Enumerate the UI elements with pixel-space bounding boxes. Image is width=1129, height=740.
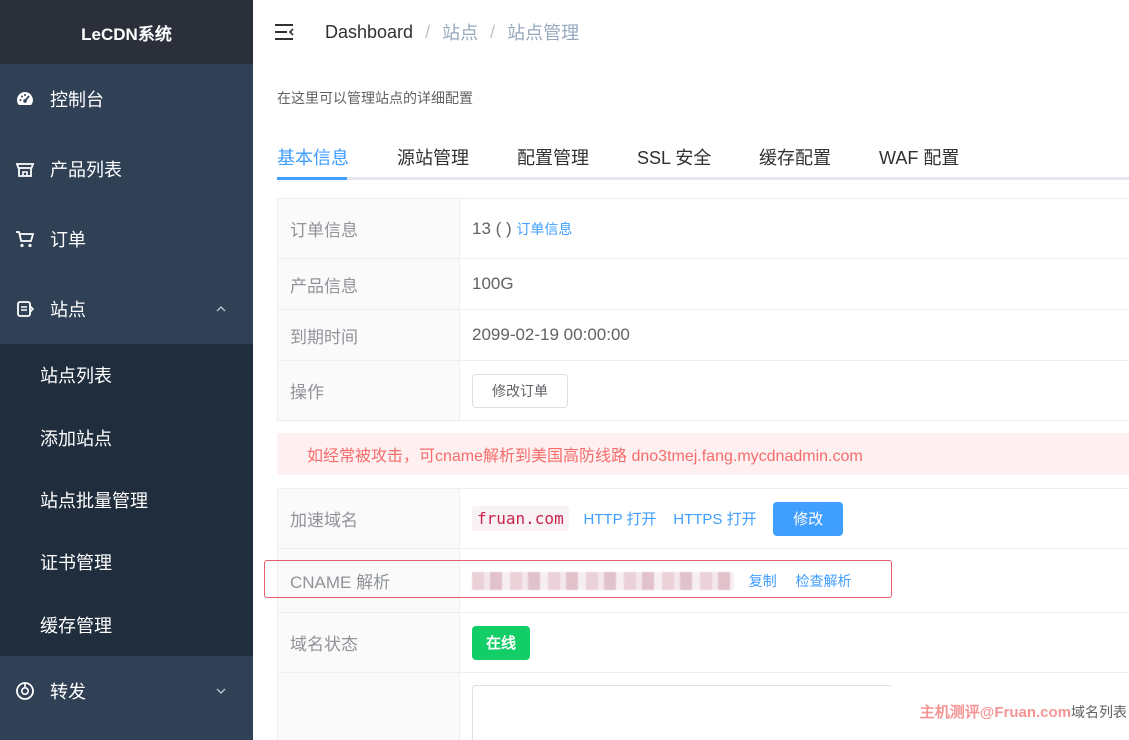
product-value: 100G bbox=[459, 258, 1129, 310]
active-tab-indicator bbox=[277, 177, 347, 180]
empty-label bbox=[277, 672, 460, 740]
tab-waf[interactable]: WAF 配置 bbox=[879, 144, 959, 170]
copy-cname-link[interactable]: 复制 bbox=[749, 573, 777, 589]
sidebar-item-label: 产品列表 bbox=[50, 160, 122, 180]
sidebar-subitem-add-site[interactable]: 添加站点 bbox=[0, 406, 253, 468]
app-title: LeCDN系统 bbox=[0, 0, 253, 64]
store-icon bbox=[14, 158, 36, 180]
order-value-cell: 13 ( ) 订单信息 bbox=[459, 198, 1129, 259]
sidebar-item-dashboard[interactable]: 控制台 bbox=[0, 64, 253, 134]
status-badge: 在线 bbox=[472, 625, 530, 660]
order-label: 订单信息 bbox=[277, 198, 460, 259]
domain-list-box bbox=[472, 685, 892, 740]
menu-toggle-icon[interactable] bbox=[273, 21, 295, 43]
cname-value-redacted bbox=[472, 572, 734, 591]
table-row: 域名状态 在线 bbox=[277, 612, 1129, 673]
table-row: 到期时间 2099-02-19 00:00:00 bbox=[277, 309, 1129, 361]
tab-config[interactable]: 配置管理 bbox=[517, 144, 589, 170]
breadcrumb: Dashboard / 站点 / 站点管理 bbox=[325, 19, 579, 45]
breadcrumb-separator: / bbox=[490, 21, 496, 42]
https-open-link[interactable]: HTTPS 打开 bbox=[673, 511, 756, 528]
domain-value: fruan.com bbox=[472, 506, 569, 531]
cart-icon bbox=[14, 228, 36, 250]
sidebar-item-label: 控制台 bbox=[50, 90, 104, 110]
action-label: 操作 bbox=[277, 360, 460, 421]
table-row: 订单信息 13 ( ) 订单信息 bbox=[277, 198, 1129, 259]
site-submenu: 站点列表 添加站点 站点批量管理 证书管理 缓存管理 bbox=[0, 344, 253, 656]
breadcrumb-dashboard[interactable]: Dashboard bbox=[325, 22, 413, 43]
product-label: 产品信息 bbox=[277, 258, 460, 310]
domain-cell: fruan.com HTTP 打开 HTTPS 打开 修改 bbox=[459, 488, 1129, 549]
breadcrumb-separator: / bbox=[425, 21, 431, 42]
watermark: 主机测评@Fruan.com域名列表 bbox=[920, 701, 1127, 722]
table-row: 加速域名 fruan.com HTTP 打开 HTTPS 打开 修改 bbox=[277, 488, 1129, 549]
page-description: 在这里可以管理站点的详细配置 bbox=[277, 90, 473, 106]
dashboard-icon bbox=[14, 88, 36, 110]
edit-domain-button[interactable]: 修改 bbox=[773, 501, 844, 536]
cname-label: CNAME 解析 bbox=[277, 548, 460, 613]
sidebar-item-orders[interactable]: 订单 bbox=[0, 204, 253, 274]
sidebar-subitem-batch-manage[interactable]: 站点批量管理 bbox=[0, 469, 253, 531]
table-row: CNAME 解析 复制 检查解析 bbox=[277, 548, 1129, 613]
table-row: 操作 修改订单 bbox=[277, 360, 1129, 421]
domain-label: 加速域名 bbox=[277, 488, 460, 549]
sidebar-item-label: 站点 bbox=[50, 300, 86, 320]
http-open-link[interactable]: HTTP 打开 bbox=[583, 511, 656, 528]
tabs-bar: 基本信息 源站管理 配置管理 SSL 安全 缓存配置 WAF 配置 bbox=[277, 136, 1129, 180]
top-navbar: Dashboard / 站点 / 站点管理 bbox=[253, 0, 1129, 64]
order-info-link[interactable]: 订单信息 bbox=[516, 221, 572, 237]
sidebar: LeCDN系统 控制台 产品列表 订单 站点 站点列表 添加站点 站点批量管理 … bbox=[0, 0, 253, 740]
status-label: 域名状态 bbox=[277, 612, 460, 673]
watermark-text: 主机测评@Fruan.com bbox=[919, 704, 1071, 721]
tab-cache[interactable]: 缓存配置 bbox=[759, 144, 831, 170]
main-content: 在这里可以管理站点的详细配置 基本信息 源站管理 配置管理 SSL 安全 缓存配… bbox=[253, 64, 1129, 740]
sidebar-item-label: 转发 bbox=[50, 681, 86, 702]
order-value: 13 ( ) bbox=[472, 218, 512, 238]
chevron-down-icon bbox=[216, 688, 226, 694]
alert-text: 如经常被攻击，可cname解析到美国高防线路 dno3tmej.fang.myc… bbox=[307, 448, 863, 465]
check-dns-link[interactable]: 检查解析 bbox=[795, 573, 851, 589]
status-cell: 在线 bbox=[459, 612, 1129, 673]
sidebar-subitem-certificates[interactable]: 证书管理 bbox=[0, 531, 253, 593]
action-cell: 修改订单 bbox=[459, 360, 1129, 421]
sidebar-item-label: 订单 bbox=[50, 230, 86, 250]
cname-cell: 复制 检查解析 bbox=[459, 548, 1129, 613]
sidebar-item-forward[interactable]: 转发 bbox=[0, 656, 253, 726]
sidebar-subitem-cache[interactable]: 缓存管理 bbox=[0, 594, 253, 656]
forward-icon bbox=[14, 680, 36, 702]
tab-ssl[interactable]: SSL 安全 bbox=[637, 144, 711, 170]
tab-basic-info[interactable]: 基本信息 bbox=[277, 144, 349, 170]
expire-label: 到期时间 bbox=[277, 309, 460, 361]
sidebar-subitem-site-list[interactable]: 站点列表 bbox=[0, 344, 253, 406]
sidebar-item-sites[interactable]: 站点 bbox=[0, 274, 253, 344]
sidebar-item-products[interactable]: 产品列表 bbox=[0, 134, 253, 204]
breadcrumb-site-manage: 站点管理 bbox=[507, 23, 580, 43]
order-info-table: 订单信息 13 ( ) 订单信息 产品信息 100G 到期时间 2099-02-… bbox=[277, 198, 1129, 421]
tab-origin[interactable]: 源站管理 bbox=[397, 144, 469, 170]
attack-alert: 如经常被攻击，可cname解析到美国高防线路 dno3tmej.fang.myc… bbox=[277, 433, 1129, 475]
site-icon bbox=[14, 298, 36, 320]
domain-list-title: 域名列表 bbox=[1071, 704, 1127, 720]
table-row: 产品信息 100G bbox=[277, 258, 1129, 310]
breadcrumb-sites: 站点 bbox=[442, 23, 479, 43]
chevron-up-icon bbox=[216, 306, 226, 312]
edit-order-button[interactable]: 修改订单 bbox=[472, 373, 568, 408]
expire-value: 2099-02-19 00:00:00 bbox=[459, 309, 1129, 361]
